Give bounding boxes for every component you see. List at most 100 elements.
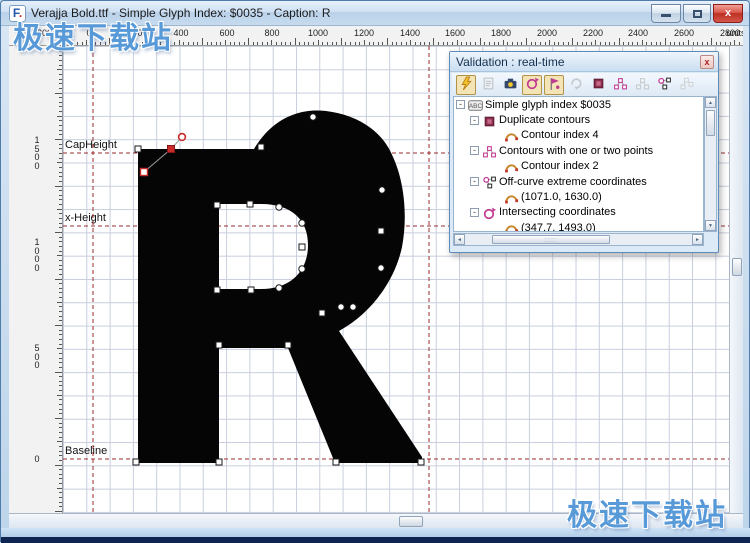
canvas-vertical-scrollbar[interactable] <box>729 46 743 513</box>
ruler-tick <box>688 40 689 45</box>
ruler-tick <box>554 42 555 45</box>
ruler-tick <box>614 42 615 45</box>
minimize-button[interactable] <box>651 4 681 23</box>
ruler-label: 400 <box>173 28 188 38</box>
tree-item[interactable]: - Intersecting coordinates <box>454 205 703 220</box>
ruler-label: 2000 <box>537 28 557 38</box>
ruler-tick <box>531 42 532 45</box>
tree-item[interactable]: -Duplicate contours <box>454 112 703 127</box>
ruler-tick <box>59 97 62 98</box>
ruler-tick <box>605 42 606 45</box>
ruler-tick <box>55 418 62 419</box>
ruler-tick <box>59 320 62 321</box>
ruler-tick <box>59 283 62 284</box>
ruler-tick <box>313 42 314 45</box>
ruler-tick <box>59 265 62 266</box>
tree-item-label: (347.7, 1493.0) <box>521 222 596 232</box>
ruler-tick <box>59 316 62 317</box>
ruler-tick <box>716 42 717 45</box>
maximize-button[interactable] <box>683 4 711 23</box>
panel-close-button[interactable]: x <box>700 55 714 69</box>
expand-toggle-icon[interactable]: - <box>470 116 479 125</box>
open-contours-button[interactable] <box>676 75 696 95</box>
validation-tree: -ABCSimple glyph index $0035-Duplicate c… <box>453 96 704 232</box>
ruler-tick <box>693 42 694 45</box>
expand-toggle-icon[interactable]: - <box>470 208 479 217</box>
ruler-tick <box>59 469 62 470</box>
ruler-tick <box>452 42 453 45</box>
expand-toggle-icon[interactable]: - <box>456 100 465 109</box>
offcurve-extremes-button[interactable] <box>654 75 674 95</box>
ruler-tick <box>211 42 212 45</box>
ruler-tick <box>267 42 268 45</box>
ruler-tick <box>55 325 62 326</box>
tree-item-label: Off-curve extreme coordinates <box>499 176 647 188</box>
tree-vertical-scrollbar[interactable]: ▲ ▼ <box>704 96 717 232</box>
ruler-tick <box>734 40 735 45</box>
tree-item[interactable]: -Contours with one or two points <box>454 143 703 158</box>
ruler-tick <box>521 42 522 45</box>
ruler-tick <box>59 106 62 107</box>
expand-toggle-icon[interactable]: - <box>470 146 479 155</box>
ruler-tick <box>332 42 333 45</box>
duplicate-contours-button[interactable] <box>588 75 608 95</box>
options-icon <box>503 76 518 94</box>
tree-item[interactable]: (347.7, 1493.0) <box>454 220 703 232</box>
ruler-tick <box>336 42 337 45</box>
dup-square-icon <box>591 76 606 94</box>
tree-hscroll-thumb[interactable]: :::: <box>492 235 610 244</box>
ruler-tick <box>59 423 62 424</box>
validation-options-button[interactable] <box>500 75 520 95</box>
ruler-tick <box>697 42 698 45</box>
ruler-tick <box>59 218 62 219</box>
guide-label: x-Height <box>65 212 106 224</box>
ruler-tick <box>725 42 726 45</box>
validation-toolbar <box>452 73 718 96</box>
scroll-up-icon[interactable]: ▲ <box>705 97 716 108</box>
validation-report-button[interactable] <box>478 75 498 95</box>
ruler-tick <box>59 311 62 312</box>
tree-horizontal-scrollbar[interactable]: ◄ :::: ► <box>453 233 704 246</box>
ruler-tick <box>341 38 342 45</box>
show-intersecting-button[interactable] <box>522 75 542 95</box>
show-wrong-direction-button[interactable] <box>544 75 564 95</box>
ruler-tick <box>420 42 421 45</box>
ruler-tick <box>665 38 666 45</box>
expand-toggle-icon[interactable]: - <box>470 177 479 186</box>
contours-few-points-button[interactable] <box>610 75 630 95</box>
ruler-tick <box>59 158 62 159</box>
ruler-tick <box>369 42 370 45</box>
realtime-validation-button[interactable] <box>456 75 476 95</box>
contour-icon <box>504 129 518 142</box>
ruler-tick <box>271 40 272 45</box>
vertical-scroll-thumb[interactable] <box>732 258 742 276</box>
ruler-tick <box>59 130 62 131</box>
scroll-left-icon[interactable]: ◄ <box>454 234 465 245</box>
ruler-tick <box>59 79 62 80</box>
ruler-tick <box>466 42 467 45</box>
ruler-tick <box>59 432 62 433</box>
ruler-tick <box>59 237 62 238</box>
tree-item[interactable]: Contour index 2 <box>454 159 703 174</box>
unused-points-button[interactable] <box>632 75 652 95</box>
horizontal-scroll-thumb[interactable] <box>399 516 423 527</box>
tree-item[interactable]: (1071.0, 1630.0) <box>454 189 703 204</box>
tree-vscroll-thumb[interactable] <box>706 110 715 136</box>
scroll-right-icon[interactable]: ► <box>692 234 703 245</box>
ruler-tick <box>373 42 374 45</box>
tree-item[interactable]: Contour index 4 <box>454 128 703 143</box>
close-button[interactable]: x <box>713 4 743 23</box>
ruler-tick <box>234 42 235 45</box>
scroll-down-icon[interactable]: ▼ <box>705 220 716 231</box>
ruler-tick <box>262 42 263 45</box>
ruler-tick <box>57 69 62 70</box>
revalidate-button[interactable] <box>566 75 586 95</box>
tree-item-label: Intersecting coordinates <box>499 206 616 218</box>
ruler-tick <box>507 42 508 45</box>
ruler-tick <box>59 195 62 196</box>
tree-item[interactable]: - Off-curve extreme coordinates <box>454 174 703 189</box>
tree-item[interactable]: -ABCSimple glyph index $0035 <box>454 97 703 112</box>
ruler-tick <box>59 437 62 438</box>
ruler-tick <box>59 474 62 475</box>
ruler-tick <box>535 42 536 45</box>
